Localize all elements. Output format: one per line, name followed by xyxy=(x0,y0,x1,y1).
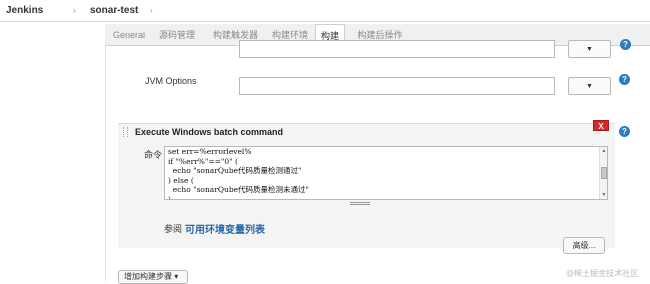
build-step-title: Execute Windows batch command xyxy=(135,127,283,137)
advanced-button[interactable]: 高级... xyxy=(563,237,605,254)
tab-general[interactable]: General xyxy=(111,24,147,46)
jvm-options-label: JVM Options xyxy=(145,76,197,86)
tab-source-control[interactable]: 源码管理 xyxy=(152,24,202,46)
breadcrumb-project[interactable]: sonar-test xyxy=(90,5,138,16)
breadcrumb: Jenkins › sonar-test › xyxy=(0,0,650,22)
command-textarea[interactable]: set err=%errorlevel% if "%err%"=="0" ( e… xyxy=(164,146,608,200)
watermark: @稀土掘金技术社区 xyxy=(566,269,639,278)
help-icon[interactable]: ? xyxy=(620,39,631,50)
command-line: echo "sonarQube代码质量检测通过" xyxy=(168,166,302,175)
add-build-step-button[interactable]: 增加构建步骤 ▾ xyxy=(118,270,188,284)
help-icon[interactable]: ? xyxy=(619,74,630,85)
scroll-thumb[interactable] xyxy=(601,167,607,179)
scroll-up-icon[interactable]: ▲ xyxy=(601,148,607,154)
previous-field-dropdown-button[interactable]: ▼ xyxy=(568,40,611,58)
chevron-down-icon: ▼ xyxy=(586,45,593,53)
breadcrumb-jenkins[interactable]: Jenkins xyxy=(6,5,43,16)
command-line: if "%err%"=="0" ( xyxy=(168,156,238,166)
left-gutter xyxy=(0,22,105,281)
command-line: ) xyxy=(168,194,171,200)
see-also-label: 参阅 xyxy=(164,224,183,234)
command-line: ) else ( xyxy=(168,175,194,185)
jvm-options-dropdown-button[interactable]: ▼ xyxy=(568,77,611,95)
help-icon[interactable]: ? xyxy=(619,126,630,137)
command-scrollbar[interactable]: ▲ ▼ xyxy=(599,147,607,199)
delete-step-button[interactable]: X xyxy=(593,120,609,131)
command-label: 命令 xyxy=(144,150,163,160)
env-variables-link[interactable]: 可用环境变量列表 xyxy=(185,221,265,236)
breadcrumb-separator-icon[interactable]: › xyxy=(150,6,153,15)
command-line: set err=%errorlevel% xyxy=(168,147,252,156)
textarea-resize-grip[interactable] xyxy=(350,202,370,205)
drag-handle-icon[interactable] xyxy=(123,127,128,137)
scroll-down-icon[interactable]: ▼ xyxy=(601,192,607,198)
command-line: echo "sonarQube代码质量检测未通过" xyxy=(168,185,310,194)
chevron-down-icon: ▼ xyxy=(586,82,593,90)
previous-field-input[interactable] xyxy=(239,40,555,58)
jvm-options-input[interactable] xyxy=(239,77,555,95)
breadcrumb-separator-icon[interactable]: › xyxy=(73,6,76,15)
